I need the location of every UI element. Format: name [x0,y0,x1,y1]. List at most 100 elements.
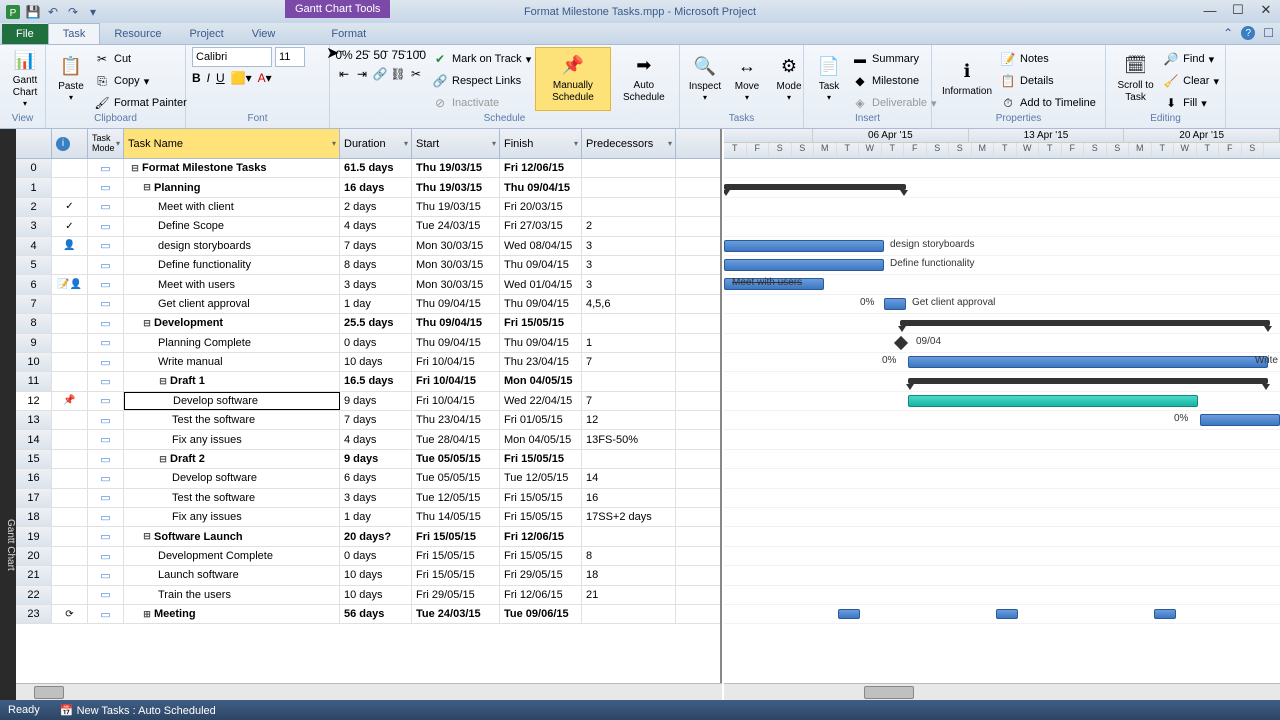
minimize-button[interactable]: — [1196,0,1224,20]
details-button[interactable]: 📋Details [1000,71,1096,91]
day-header[interactable]: F [747,143,770,158]
day-header[interactable]: S [792,143,815,158]
day-header[interactable]: W [1174,143,1197,158]
table-row[interactable]: 4👤▭design storyboards7 daysMon 30/03/15W… [16,237,720,256]
recurring-bar[interactable] [1154,609,1176,619]
table-row[interactable]: 12📌▭Develop software9 daysFri 10/04/15We… [16,392,720,411]
cut-button[interactable]: ✂Cut [94,49,187,69]
font-size-input[interactable] [275,47,305,67]
day-header[interactable]: W [1017,143,1040,158]
day-header[interactable]: S [1084,143,1107,158]
day-header[interactable]: T [724,143,747,158]
day-header[interactable]: S [949,143,972,158]
week-header[interactable]: 20 Apr '15 [1124,129,1280,142]
save-icon[interactable]: 💾 [24,3,42,21]
tab-project[interactable]: Project [175,24,237,44]
help-icon[interactable]: ? [1241,26,1255,40]
day-header[interactable]: S [1242,143,1265,158]
day-header[interactable]: S [1107,143,1130,158]
recurring-bar[interactable] [996,609,1018,619]
day-header[interactable]: M [814,143,837,158]
col-predecessors[interactable]: Predecessors▾ [582,129,676,158]
day-header[interactable]: F [904,143,927,158]
day-header[interactable]: F [1219,143,1242,158]
gantt-chart-button[interactable]: 📊Gantt Chart▾ [6,47,44,111]
copy-button[interactable]: ⎘Copy ▾ [94,71,187,91]
view-bar[interactable]: Gantt Chart [0,129,16,700]
table-row[interactable]: 0▭⊟Format Milestone Tasks61.5 daysThu 19… [16,159,720,178]
day-header[interactable]: T [994,143,1017,158]
week-header[interactable]: 13 Apr '15 [969,129,1125,142]
col-finish[interactable]: Finish▾ [500,129,582,158]
respect-links-button[interactable]: 🔗Respect Links [432,71,531,91]
day-header[interactable]: W [859,143,882,158]
table-row[interactable]: 19▭⊟Software Launch20 days?Fri 15/05/15F… [16,527,720,546]
col-duration[interactable]: Duration▾ [340,129,412,158]
col-start[interactable]: Start▾ [412,129,500,158]
undo-icon[interactable]: ↶ [44,3,62,21]
task-bar[interactable] [724,259,884,271]
indent-icon[interactable]: ⇥ [354,66,370,82]
tab-resource[interactable]: Resource [100,24,175,44]
fill-button[interactable]: ⬇Fill ▾ [1163,93,1219,113]
milestone-button[interactable]: ◆Milestone [852,71,937,91]
day-header[interactable]: T [837,143,860,158]
notes-button[interactable]: 📝Notes [1000,49,1096,69]
col-mode[interactable]: Task Mode▾ [88,129,124,158]
day-header[interactable]: M [972,143,995,158]
milestone-marker[interactable] [894,335,908,349]
redo-icon[interactable]: ↷ [64,3,82,21]
summary-bar[interactable] [908,378,1268,384]
table-row[interactable]: 14▭Fix any issues4 daysTue 28/04/15Mon 0… [16,430,720,449]
restore-window-icon[interactable]: ☐ [1263,26,1274,40]
table-row[interactable]: 18▭Fix any issues1 dayThu 14/05/15Fri 15… [16,508,720,527]
deliverable-button[interactable]: ◈Deliverable ▾ [852,93,937,113]
day-header[interactable]: T [1152,143,1175,158]
app-icon[interactable]: P [4,3,22,21]
table-row[interactable]: 7▭Get client approval1 dayThu 09/04/15Th… [16,295,720,314]
day-header[interactable]: S [927,143,950,158]
tab-format[interactable]: Format [317,24,380,44]
table-row[interactable]: 16▭Develop software6 daysTue 05/05/15Tue… [16,469,720,488]
font-color-button[interactable]: A▾ [258,71,272,85]
table-row[interactable]: 10▭Write manual10 daysFri 10/04/15Thu 23… [16,353,720,372]
day-header[interactable]: T [1197,143,1220,158]
font-name-input[interactable] [192,47,272,67]
information-button[interactable]: ℹInformation [938,47,996,111]
day-header[interactable]: S [769,143,792,158]
find-button[interactable]: 🔎Find ▾ [1163,49,1219,69]
table-row[interactable]: 21▭Launch software10 daysFri 15/05/15Fri… [16,566,720,585]
task-insert-button[interactable]: 📄Task▾ [810,47,848,111]
col-name[interactable]: Task Name▾ [124,129,340,158]
table-row[interactable]: 15▭⊟Draft 29 daysTue 05/05/15Fri 15/05/1… [16,450,720,469]
day-header[interactable]: M [1129,143,1152,158]
summary-button[interactable]: ▬Summary [852,49,937,69]
table-row[interactable]: 3✓▭Define Scope4 daysTue 24/03/15Fri 27/… [16,217,720,236]
italic-button[interactable]: I [207,71,210,85]
table-row[interactable]: 9▭Planning Complete0 daysThu 09/04/15Thu… [16,334,720,353]
pct100-icon[interactable]: 10̄0 [408,47,424,63]
table-row[interactable]: 2✓▭Meet with client2 daysThu 19/03/15Fri… [16,198,720,217]
highlight-color-button[interactable]: 🟨▾ [231,71,252,85]
task-bar[interactable] [908,395,1198,407]
qa-dropdown-icon[interactable]: ▾ [84,3,102,21]
mark-on-track-button[interactable]: ✔Mark on Track ▾ [432,49,531,69]
move-button[interactable]: ↔Move▾ [728,47,766,111]
summary-bar[interactable] [900,320,1270,326]
outdent-icon[interactable]: ⇤ [336,66,352,82]
paste-button[interactable]: 📋Paste▾ [52,47,90,111]
inactivate-button[interactable]: ⊘Inactivate [432,93,531,113]
day-header[interactable]: T [1039,143,1062,158]
pct75-icon[interactable]: 75̄ [390,47,406,63]
tab-file[interactable]: File [2,24,48,44]
gantt-scrollbar[interactable] [724,683,1280,700]
table-row[interactable]: 23⟳▭⊞Meeting56 daysTue 24/03/15Tue 09/06… [16,605,720,624]
table-row[interactable]: 8▭⊟Development25.5 daysThu 09/04/15Fri 1… [16,314,720,333]
clear-button[interactable]: 🧹Clear ▾ [1163,71,1219,91]
maximize-button[interactable]: ☐ [1224,0,1252,20]
week-header[interactable]: 06 Apr '15 [813,129,969,142]
table-row[interactable]: 22▭Train the users10 daysFri 29/05/15Fri… [16,586,720,605]
table-row[interactable]: 17▭Test the software3 daysTue 12/05/15Fr… [16,489,720,508]
close-button[interactable]: ✕ [1252,0,1280,20]
inspect-button[interactable]: 🔍Inspect▾ [686,47,724,111]
